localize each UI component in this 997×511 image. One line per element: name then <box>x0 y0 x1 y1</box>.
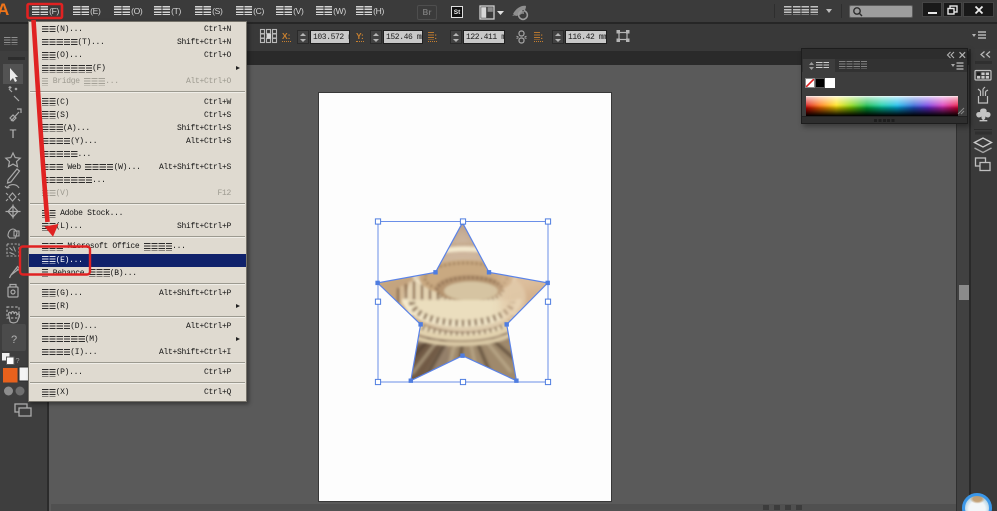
svg-text:T: T <box>9 129 16 141</box>
svg-text:?: ? <box>15 356 19 365</box>
svg-text:?: ? <box>11 334 17 346</box>
